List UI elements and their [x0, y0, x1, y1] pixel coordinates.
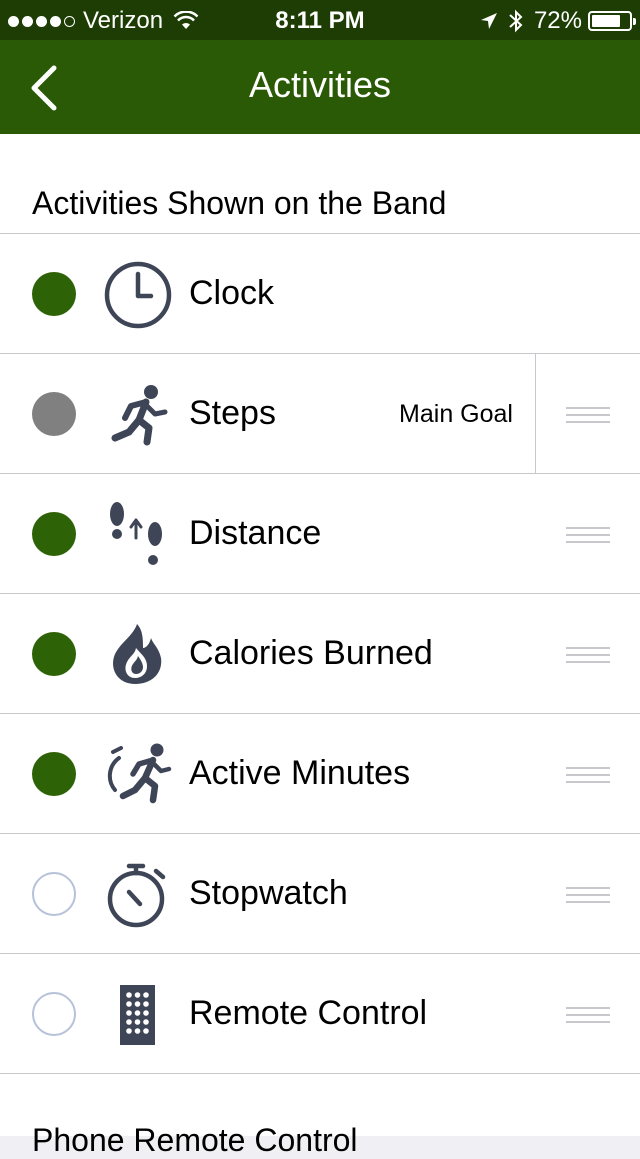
main-content: Activities Shown on the Band Clock Steps…	[0, 134, 640, 1158]
clock-icon	[104, 261, 172, 329]
navigation-bar: Activities	[0, 40, 640, 134]
activity-list: Clock Steps Main Goal Distance Calories …	[0, 233, 640, 1074]
activity-row-clock[interactable]: Clock	[0, 234, 640, 354]
activity-toggle[interactable]	[32, 392, 76, 436]
activity-row-calories[interactable]: Calories Burned	[0, 594, 640, 714]
section-title: Activities Shown on the Band	[32, 185, 447, 221]
activity-label: Clock	[189, 274, 275, 312]
activity-label: Remote Control	[189, 994, 428, 1032]
running-icon	[111, 385, 168, 446]
status-bar: Verizon 8:11 PM 72%	[0, 0, 640, 40]
activity-toggle[interactable]	[32, 272, 76, 316]
bluetooth-icon	[509, 9, 523, 33]
activity-row-distance[interactable]: Distance	[0, 474, 640, 594]
footsteps-icon	[110, 502, 162, 565]
activity-row-active-minutes[interactable]: Active Minutes	[0, 714, 640, 834]
stopwatch-icon	[107, 863, 166, 928]
activity-toggle[interactable]	[32, 872, 76, 916]
activity-toggle[interactable]	[32, 992, 76, 1036]
activity-row-remote-control[interactable]: Remote Control	[0, 954, 640, 1074]
battery-percent: 72%	[533, 7, 582, 34]
activity-row-stopwatch[interactable]: Stopwatch	[0, 834, 640, 954]
active-minutes-icon	[107, 743, 172, 804]
activity-label: Stopwatch	[189, 874, 348, 912]
activity-label: Calories Burned	[189, 634, 433, 672]
main-goal-badge: Main Goal	[399, 400, 513, 428]
activity-toggle[interactable]	[32, 512, 76, 556]
location-arrow-icon	[480, 13, 497, 29]
reorder-handle-icon[interactable]	[566, 1007, 610, 1023]
status-right: 72%	[480, 7, 636, 35]
reorder-handle-icon[interactable]	[566, 647, 610, 663]
reorder-handle-icon[interactable]	[566, 527, 610, 543]
battery-icon	[588, 11, 636, 31]
activity-row-steps[interactable]: Steps Main Goal	[0, 354, 640, 474]
reorder-handle-icon[interactable]	[566, 407, 610, 423]
row-divider	[535, 354, 536, 473]
page-title: Activities	[248, 64, 392, 105]
activity-toggle[interactable]	[32, 752, 76, 796]
flame-icon	[113, 624, 162, 684]
activity-toggle[interactable]	[32, 632, 76, 676]
activity-label: Steps	[189, 394, 276, 432]
section-title-phone-remote: Phone Remote Control	[32, 1122, 358, 1158]
activity-label: Distance	[189, 514, 322, 552]
reorder-handle-icon[interactable]	[566, 767, 610, 783]
reorder-handle-icon[interactable]	[566, 887, 610, 903]
remote-icon	[120, 985, 155, 1045]
activity-label: Active Minutes	[189, 754, 411, 792]
